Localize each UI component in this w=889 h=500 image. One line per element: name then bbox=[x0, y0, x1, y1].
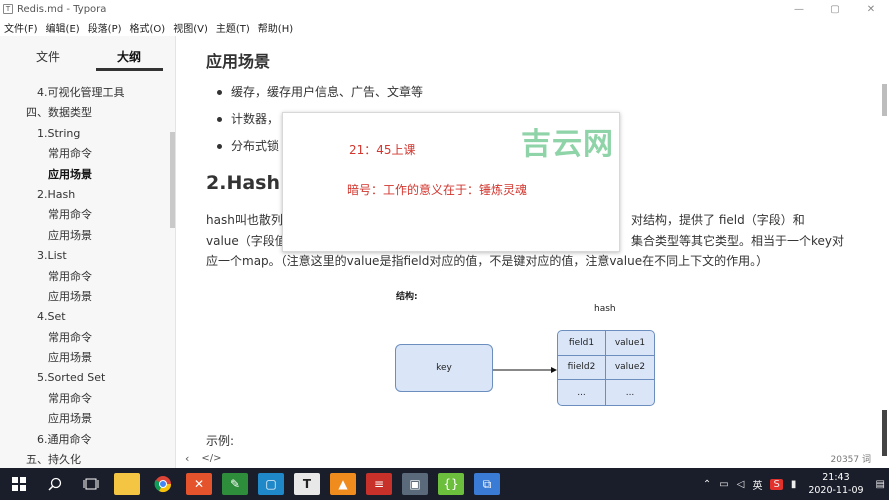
sidebar: 文件 大纲 4.可视化管理工具 四、数据类型 1.String 常用命令 应用场景 2.H… bbox=[0, 36, 176, 468]
para-line1-right: 对结构，提供了 field（字段）和 bbox=[631, 213, 805, 227]
hash-label: hash bbox=[594, 304, 616, 314]
code-editor-icon[interactable]: {} bbox=[438, 473, 464, 495]
outline-item[interactable]: 应用场景 bbox=[0, 348, 170, 368]
outline-item[interactable]: 1.String bbox=[0, 124, 170, 144]
list-item: 缓存，缓存用户信息、广告、文章等 bbox=[217, 82, 423, 109]
ime-indicator[interactable]: 英 bbox=[752, 477, 762, 492]
heading-hash: 2.Hash bbox=[206, 172, 280, 194]
source-mode-icon[interactable]: </> bbox=[201, 453, 221, 464]
window-title: Redis.md - Typora bbox=[17, 3, 107, 15]
tab-files[interactable]: 文件 bbox=[36, 48, 60, 65]
clock-time: 21:43 bbox=[822, 472, 850, 483]
toggle-sidebar-icon[interactable]: ‹ bbox=[185, 452, 189, 465]
taskbar: ✕ ✎ ▢ T ▲ ≡ ▣ {} ⧉ ⌃ ▭ ◁ 英 S ▮ 21:43 202… bbox=[0, 468, 889, 500]
notification-icon[interactable]: ▤ bbox=[876, 479, 885, 490]
outline-item[interactable]: 5.Sorted Set bbox=[0, 368, 170, 388]
heading-usage-scenarios: 应用场景 bbox=[206, 52, 271, 71]
menu-file[interactable]: 文件(F) bbox=[4, 20, 38, 35]
redis-desktop-icon[interactable]: ≡ bbox=[366, 473, 392, 495]
editor-scrollbar[interactable] bbox=[882, 84, 887, 116]
outline-item[interactable]: 6.通用命令 bbox=[0, 430, 170, 450]
para-line2-left: value（字段值 bbox=[206, 233, 287, 248]
sidebar-tabs: 文件 大纲 bbox=[0, 36, 175, 72]
hash-cell: fiield2 bbox=[558, 355, 606, 381]
outline-item[interactable]: 应用场景 bbox=[0, 287, 170, 307]
xmind-icon[interactable]: ✕ bbox=[186, 473, 212, 495]
file-explorer-icon[interactable] bbox=[114, 473, 140, 495]
close-button[interactable]: ✕ bbox=[853, 0, 889, 18]
system-tray: ⌃ ▭ ◁ 英 S ▮ 21:43 2020-11-09 ▤ bbox=[699, 468, 889, 500]
outline-item[interactable]: 常用命令 bbox=[0, 205, 170, 225]
task-view-icon[interactable] bbox=[78, 473, 104, 495]
hash-cell: ... bbox=[625, 387, 635, 398]
outline-item[interactable]: 常用命令 bbox=[0, 328, 170, 348]
network-icon[interactable]: ▭ bbox=[719, 479, 728, 490]
app-window-icon[interactable]: ▣ bbox=[402, 473, 428, 495]
outline-item[interactable]: 应用场景 bbox=[0, 226, 170, 246]
structure-label: 结构: bbox=[396, 292, 418, 302]
outline-item[interactable]: 2.Hash bbox=[0, 185, 170, 205]
title-bar: T Redis.md - Typora — ▢ ✕ bbox=[0, 0, 889, 18]
menu-edit[interactable]: 编辑(E) bbox=[46, 20, 80, 35]
menu-theme[interactable]: 主题(T) bbox=[216, 20, 250, 35]
outline-item[interactable]: 常用命令 bbox=[0, 267, 170, 287]
menu-paragraph[interactable]: 段落(P) bbox=[88, 20, 122, 35]
para-line2-right: 集合类型等其它类型。相当于一个key对 bbox=[631, 233, 845, 248]
hash-cell: value2 bbox=[606, 356, 654, 381]
hash-cell: ... bbox=[558, 380, 606, 405]
editor[interactable]: 应用场景 缓存，缓存用户信息、广告、文章等 计数器， 分布式锁 2.Hash h… bbox=[177, 36, 889, 468]
outline-list: 4.可视化管理工具 四、数据类型 1.String 常用命令 应用场景 2.Hash 常用命… bbox=[0, 83, 170, 470]
hash-structure-diagram: 结构: hash key field1 value1 fiield2 value… bbox=[377, 286, 677, 411]
watermark-logo: 吉云网 bbox=[521, 127, 614, 162]
minimize-button[interactable]: — bbox=[781, 0, 817, 18]
typora-taskbar-icon[interactable]: T bbox=[294, 473, 320, 495]
typora-window: T Redis.md - Typora — ▢ ✕ 文件(F) 编辑(E) 段落… bbox=[0, 0, 889, 500]
outline-item[interactable]: 常用命令 bbox=[0, 144, 170, 164]
typora-app-icon: T bbox=[3, 4, 13, 14]
app-orange-icon[interactable]: ▲ bbox=[330, 473, 356, 495]
hash-table: field1 value1 fiield2 value2 ... ... bbox=[557, 330, 655, 406]
outline-item[interactable]: 4.Set bbox=[0, 307, 170, 327]
password-text: 暗号：工作的意义在于：锤炼灵魂 bbox=[347, 183, 528, 197]
outline-item[interactable]: 应用场景 bbox=[0, 165, 170, 185]
arrow-icon bbox=[493, 367, 557, 373]
battery-icon[interactable]: ▮ bbox=[791, 479, 797, 490]
window-controls: — ▢ ✕ bbox=[781, 0, 889, 18]
menu-format[interactable]: 格式(O) bbox=[130, 20, 166, 35]
remote-desktop-icon[interactable]: ⧉ bbox=[474, 473, 500, 495]
example-label: 示例: bbox=[206, 434, 235, 448]
notepad-plus-icon[interactable]: ✎ bbox=[222, 473, 248, 495]
menu-help[interactable]: 帮助(H) bbox=[258, 20, 293, 35]
outline-item[interactable]: 4.可视化管理工具 bbox=[0, 83, 170, 103]
status-bar: ‹ </> 20357 词 bbox=[177, 448, 889, 468]
outline-item[interactable]: 3.List bbox=[0, 246, 170, 266]
windows-start-icon[interactable] bbox=[6, 473, 32, 495]
sidebar-scrollbar[interactable] bbox=[170, 132, 175, 228]
volume-icon[interactable]: ◁ bbox=[737, 479, 745, 490]
clock-date: 2020-11-09 bbox=[808, 485, 864, 496]
menu-view[interactable]: 视图(V) bbox=[173, 20, 208, 35]
word-count[interactable]: 20357 词 bbox=[831, 452, 872, 465]
chrome-icon[interactable] bbox=[150, 473, 176, 495]
menu-bar: 文件(F) 编辑(E) 段落(P) 格式(O) 视图(V) 主题(T) 帮助(H… bbox=[0, 18, 889, 36]
tab-outline[interactable]: 大纲 bbox=[117, 48, 141, 65]
outline-item[interactable]: 应用场景 bbox=[0, 409, 170, 429]
para-line1-left: hash叫也散列 bbox=[206, 213, 283, 227]
para-line3: 应一个map。（注意这里的value是指field对应的值，不是键对应的值，注意… bbox=[206, 254, 769, 268]
outline-item[interactable]: 四、数据类型 bbox=[0, 103, 170, 123]
sogou-ime-icon[interactable]: S bbox=[770, 478, 783, 490]
active-tab-indicator bbox=[96, 68, 163, 71]
hash-cell: field1 bbox=[558, 331, 606, 356]
chevron-up-icon[interactable]: ⌃ bbox=[703, 479, 711, 490]
clock[interactable]: 21:43 2020-11-09 bbox=[808, 471, 863, 497]
key-box: key bbox=[395, 344, 493, 392]
maximize-button[interactable]: ▢ bbox=[817, 0, 853, 18]
search-icon[interactable] bbox=[42, 473, 68, 495]
class-notice-popup: 21：45上课 暗号：工作的意义在于：锤炼灵魂 吉云网 bbox=[282, 112, 620, 252]
class-time-text: 21：45上课 bbox=[349, 143, 416, 157]
outline-item[interactable]: 常用命令 bbox=[0, 389, 170, 409]
hash-cell: value1 bbox=[606, 331, 654, 356]
virtualbox-icon[interactable]: ▢ bbox=[258, 473, 284, 495]
